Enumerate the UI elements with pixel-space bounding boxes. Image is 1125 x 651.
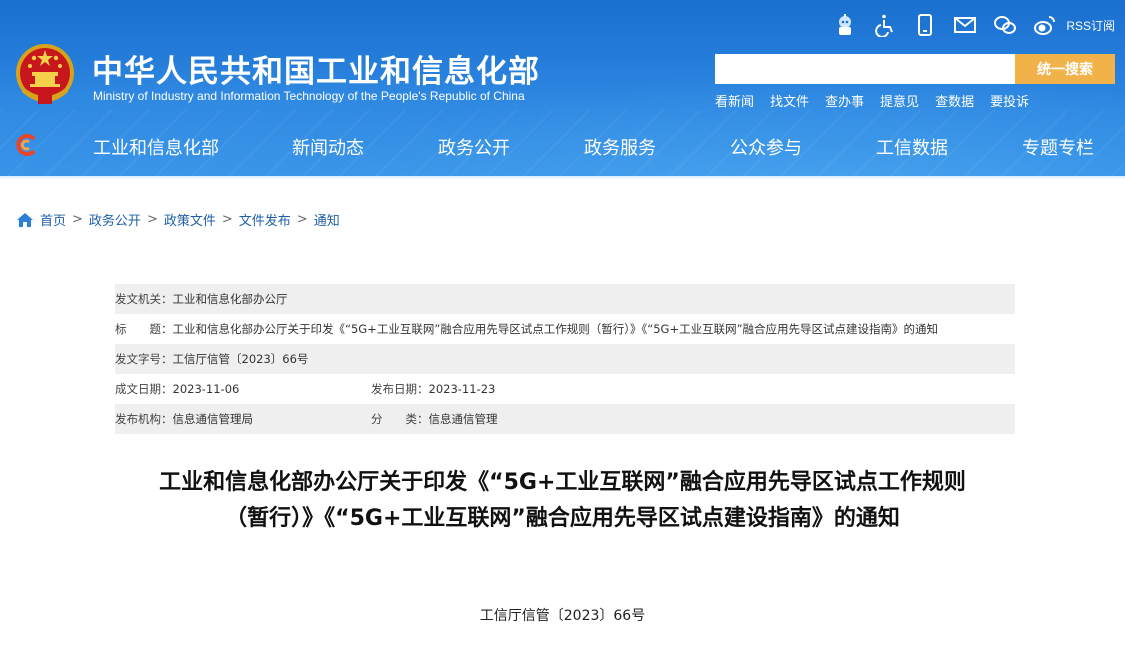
quick-links: 看新闻 找文件 查办事 提意见 查数据 要投诉 [715, 91, 1029, 110]
nav-item-news[interactable]: 新闻动态 [292, 134, 364, 160]
quick-link-files[interactable]: 找文件 [770, 91, 809, 110]
published-value: 2023-11-23 [428, 382, 496, 396]
document-meta-table: 发文机关： 工业和信息化部办公厅 标 题： 工业和信息化部办公厅关于印发《“5G+工… [115, 284, 1015, 434]
nav-item-gov-services[interactable]: 政务服务 [584, 134, 656, 160]
top-utility-bar: RSS订阅 [832, 12, 1115, 38]
org-label: 发布机构： [115, 412, 173, 426]
home-icon[interactable] [16, 212, 34, 228]
nav-item-gov-affairs[interactable]: 政务公开 [438, 134, 510, 160]
breadcrumb-separator: > [296, 212, 308, 227]
breadcrumb-notice[interactable]: 通知 [314, 210, 340, 229]
category-value: 信息通信管理 [428, 412, 498, 426]
quick-link-feedback[interactable]: 提意见 [880, 91, 919, 110]
meta-row-dates: 成文日期： 2023-11-06 发布日期： 2023-11-23 [115, 374, 1015, 404]
article-title: 工业和信息化部办公厅关于印发《“5G+工业互联网”融合应用先导区试点工作规则 （… [0, 465, 1125, 537]
docno-value: 工信厅信管〔2023〕66号 [172, 352, 309, 366]
robot-icon[interactable] [832, 12, 858, 38]
nav-item-topics[interactable]: 专题专栏 [1022, 134, 1094, 160]
mail-icon[interactable] [952, 12, 978, 38]
miit-logo-icon[interactable] [12, 134, 38, 156]
breadcrumb-separator: > [146, 212, 158, 227]
quick-link-services[interactable]: 查办事 [825, 91, 864, 110]
meta-row-org: 发布机构： 信息通信管理局 分 类： 信息通信管理 [115, 404, 1015, 434]
meta-row-docno: 发文字号： 工信厅信管〔2023〕66号 [115, 344, 1015, 374]
site-header: 中华人民共和国工业和信息化部 Ministry of Industry and … [0, 0, 1125, 180]
created-label: 成文日期： [115, 382, 173, 396]
title-value: 工业和信息化部办公厅关于印发《“5G+工业互联网”融合应用先导区试点工作规则（暂… [172, 322, 939, 336]
breadcrumb-home[interactable]: 首页 [40, 210, 66, 229]
breadcrumb-gov-affairs[interactable]: 政务公开 [89, 210, 141, 229]
wechat-icon[interactable] [992, 12, 1018, 38]
article-title-line-2: （暂行）》《“5G+工业互联网”融合应用先导区试点建设指南》的通知 [225, 506, 900, 531]
main-nav: 工业和信息化部 新闻动态 政务公开 政务服务 公众参与 工信数据 专题专栏 [0, 126, 1125, 166]
category-label: 分 类： [371, 412, 429, 426]
meta-row-title: 标 题： 工业和信息化部办公厅关于印发《“5G+工业互联网”融合应用先导区试点工作… [115, 314, 1015, 344]
search-button[interactable]: 统一搜索 [1015, 54, 1115, 84]
accessibility-icon[interactable] [872, 12, 898, 38]
breadcrumb: 首页 > 政务公开 > 政策文件 > 文件发布 > 通知 [16, 210, 340, 229]
issuer-value: 工业和信息化部办公厅 [172, 292, 288, 306]
mobile-icon[interactable] [912, 12, 938, 38]
published-label: 发布日期： [371, 382, 429, 396]
nav-item-public-participation[interactable]: 公众参与 [730, 134, 802, 160]
national-emblem-icon[interactable] [14, 42, 76, 108]
rss-link[interactable]: RSS订阅 [1066, 17, 1115, 34]
nav-item-data[interactable]: 工信数据 [876, 134, 948, 160]
search-input[interactable] [715, 54, 1015, 84]
breadcrumb-separator: > [221, 212, 233, 227]
quick-link-news[interactable]: 看新闻 [715, 91, 754, 110]
issuer-label: 发文机关： [115, 292, 173, 306]
docno-label: 发文字号： [115, 352, 173, 366]
site-title-en: Ministry of Industry and Information Tec… [93, 89, 525, 103]
article-doc-number: 工信厅信管〔2023〕66号 [479, 608, 646, 624]
title-label: 标 题： [115, 322, 173, 336]
nav-item-ministry[interactable]: 工业和信息化部 [93, 134, 219, 160]
quick-link-complaint[interactable]: 要投诉 [990, 91, 1029, 110]
org-value: 信息通信管理局 [172, 412, 254, 426]
breadcrumb-separator: > [72, 212, 83, 227]
created-value: 2023-11-06 [172, 382, 240, 396]
breadcrumb-policy-docs[interactable]: 政策文件 [164, 210, 216, 229]
quick-link-data[interactable]: 查数据 [935, 91, 974, 110]
meta-row-issuer: 发文机关： 工业和信息化部办公厅 [115, 284, 1015, 314]
article-title-line-1: 工业和信息化部办公厅关于印发《“5G+工业互联网”融合应用先导区试点工作规则 [159, 470, 966, 495]
breadcrumb-doc-release[interactable]: 文件发布 [239, 210, 291, 229]
weibo-icon[interactable] [1032, 12, 1058, 38]
site-title-cn[interactable]: 中华人民共和国工业和信息化部 [92, 46, 540, 91]
